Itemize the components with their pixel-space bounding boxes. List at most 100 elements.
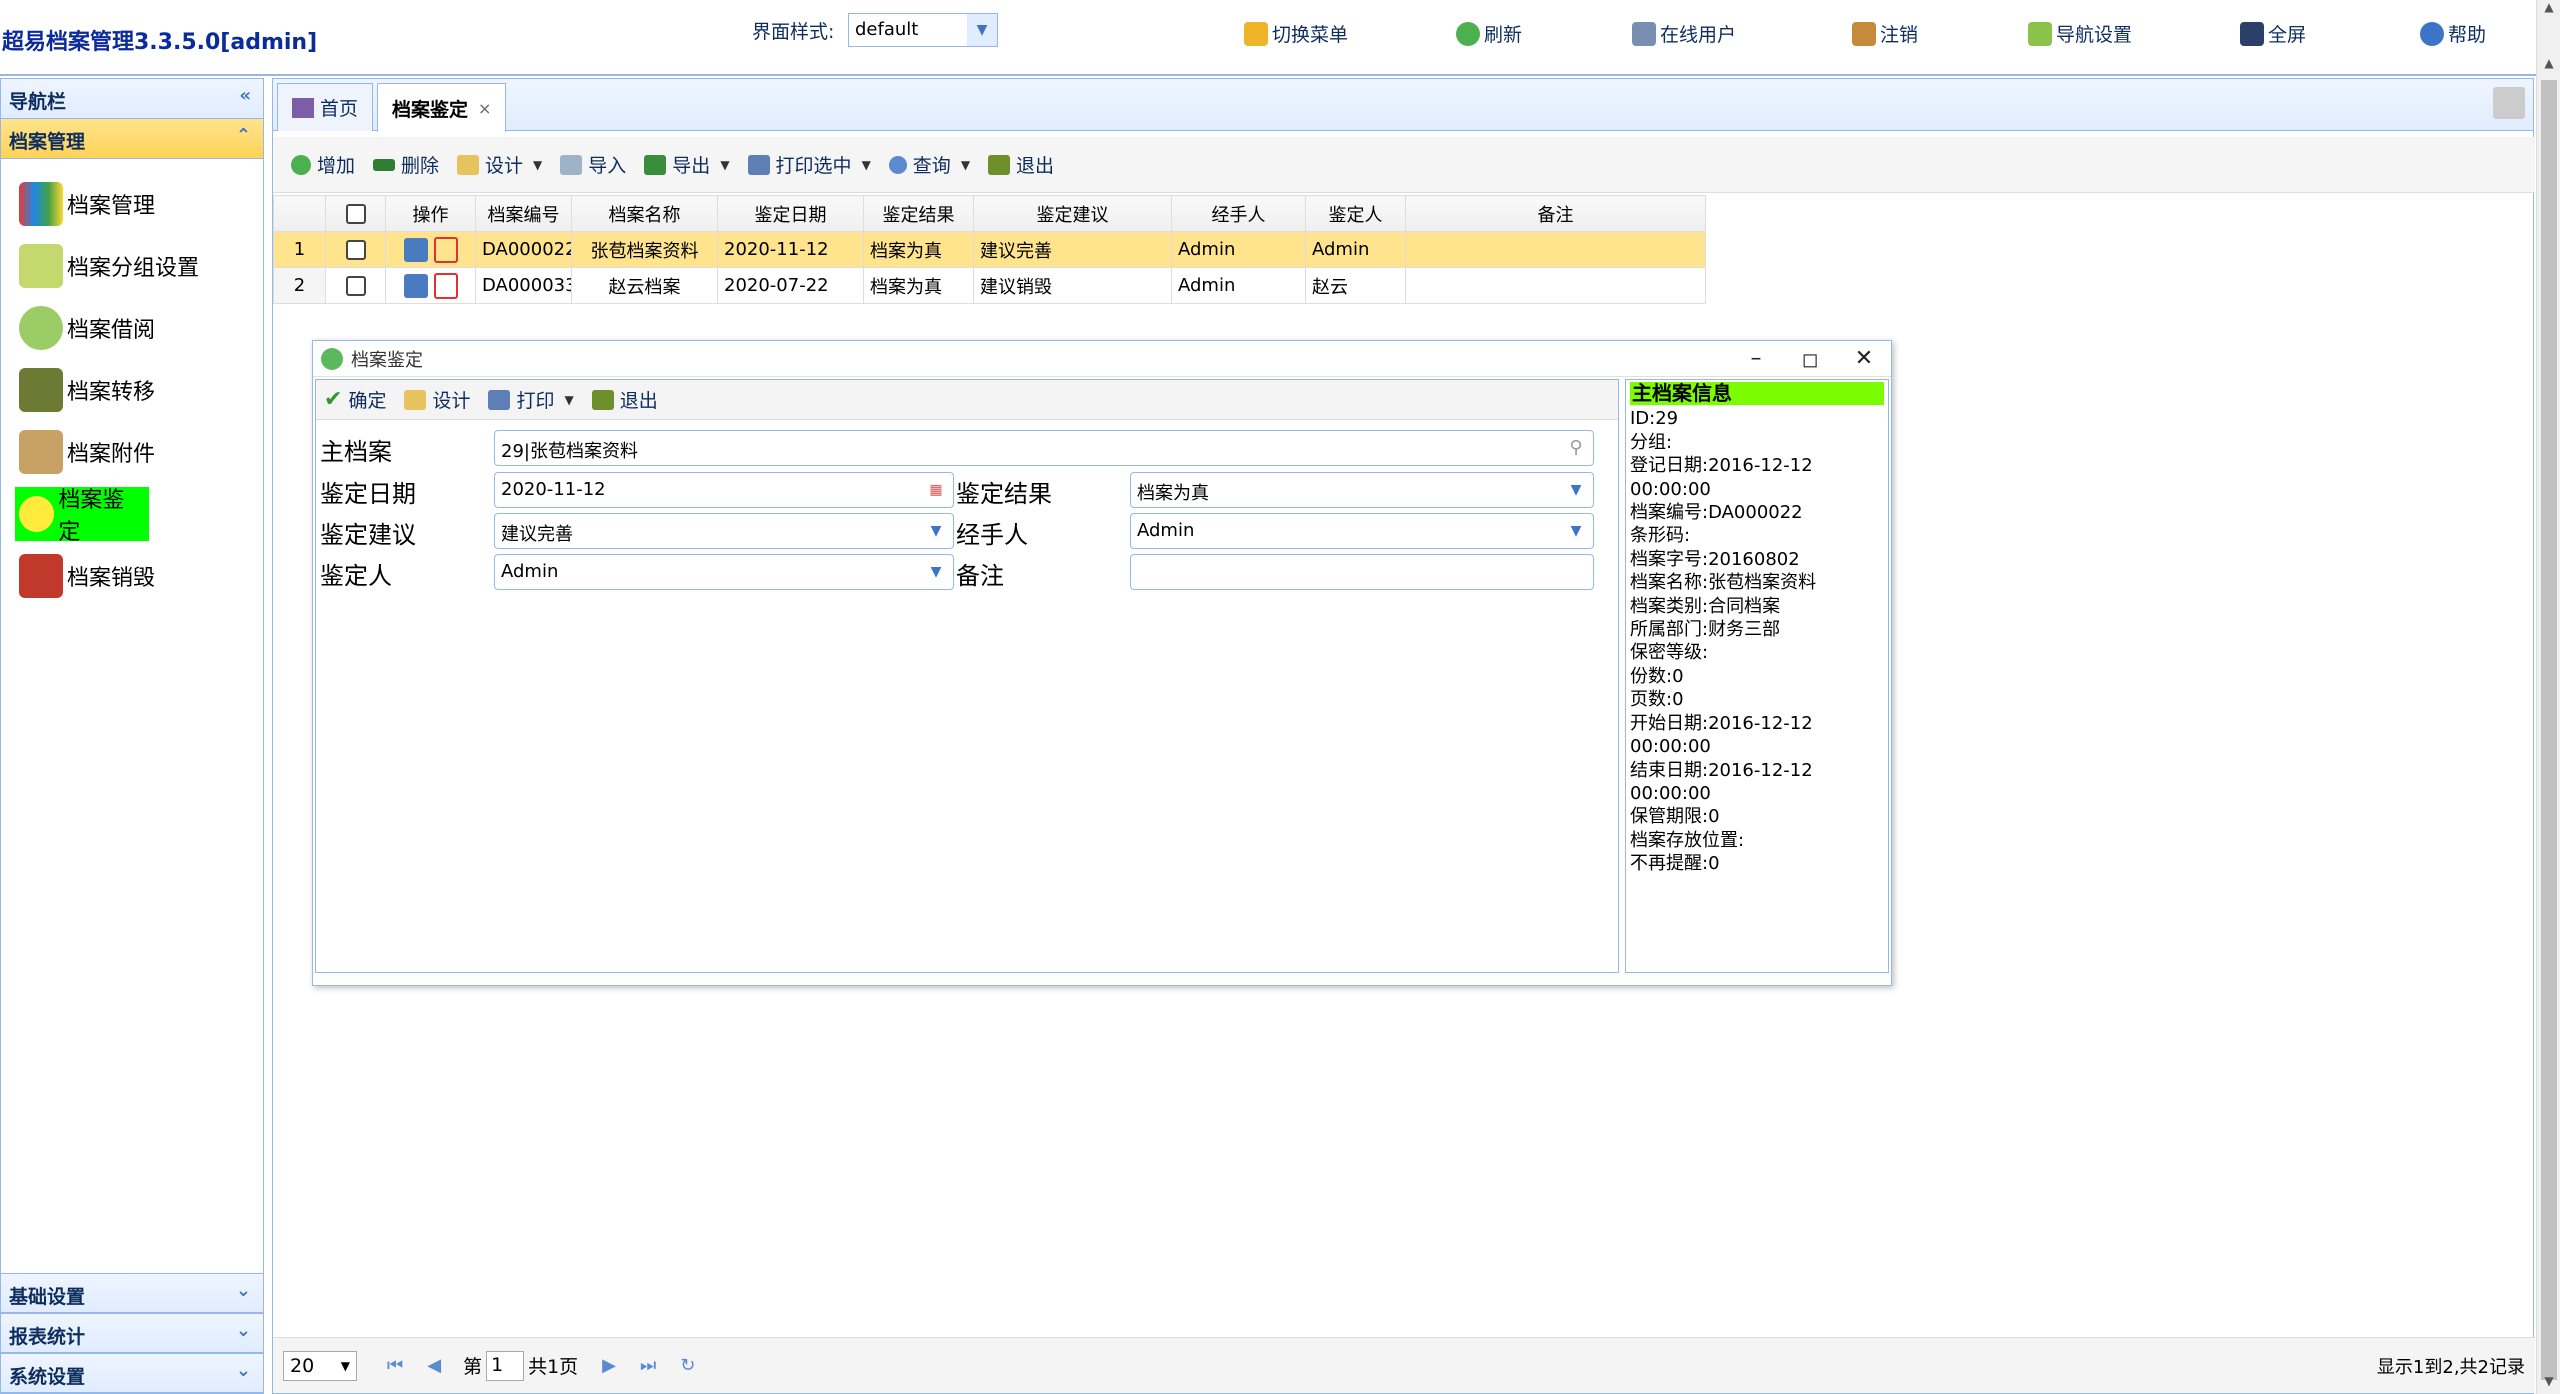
- page-number-input[interactable]: 1: [486, 1350, 525, 1381]
- sidebar-item-appraisal[interactable]: 档案鉴定: [15, 487, 149, 545]
- col-advice[interactable]: 鉴定建议: [973, 195, 1172, 232]
- col-date[interactable]: 鉴定日期: [717, 195, 864, 232]
- row-checkbox-cell[interactable]: [325, 231, 386, 268]
- chevron-down-icon: ▼: [340, 1358, 350, 1373]
- add-button[interactable]: 增加: [291, 151, 355, 178]
- sidebar-item-borrow[interactable]: 档案借阅: [15, 301, 249, 355]
- design-button[interactable]: 设计 ▼: [457, 151, 542, 178]
- confirm-label: 确定: [348, 390, 387, 412]
- export-button[interactable]: 导出 ▼: [644, 151, 730, 178]
- expand-down-icon[interactable]: ⌄: [236, 1280, 251, 1301]
- row-checkbox-cell[interactable]: [325, 267, 386, 304]
- print-selected-button[interactable]: 打印选中 ▼: [747, 151, 871, 178]
- dropdown-arrow-icon[interactable]: ▼: [862, 158, 871, 172]
- sidebar-item-transfer[interactable]: 档案转移: [15, 363, 249, 417]
- edit-icon[interactable]: [403, 237, 428, 262]
- next-page-icon[interactable]: ▶: [602, 1355, 616, 1376]
- table-row[interactable]: 2 DA000033 赵云档案 2020-07-22 档案为真 建议销毁 Adm…: [273, 267, 1706, 304]
- accordion-basic-settings[interactable]: 基础设置 ⌄: [1, 1273, 263, 1313]
- reload-icon[interactable]: ↻: [680, 1355, 695, 1376]
- expand-down-icon[interactable]: ⌄: [236, 1320, 251, 1341]
- page-scrollbar[interactable]: ▲ ▲ ▼: [2536, 0, 2560, 1394]
- help-button[interactable]: 帮助: [2420, 20, 2486, 47]
- confirm-button[interactable]: ✔ 确定: [324, 386, 386, 413]
- info-line: 份数:0: [1630, 665, 1684, 687]
- delete-icon[interactable]: [433, 272, 458, 299]
- query-button[interactable]: 查询 ▼: [888, 151, 970, 178]
- dropdown-arrow-icon[interactable]: ▼: [564, 393, 573, 407]
- appraisal-result-label: 鉴定结果: [956, 480, 1052, 508]
- dialog-body: ✔ 确定 设计 打印 ▼ 退出 主档案 29|张苞档案资料 ⚲ 鉴定日期 202…: [315, 379, 1889, 973]
- col-handler[interactable]: 经手人: [1171, 195, 1306, 232]
- toggle-menu-label: 切换菜单: [1272, 24, 1349, 46]
- tab-home[interactable]: 首页: [277, 83, 374, 131]
- scroll-up-icon[interactable]: ▲: [2537, 0, 2560, 20]
- dialog-title: 档案鉴定: [351, 349, 423, 371]
- tab-tools-icon[interactable]: [2493, 87, 2525, 119]
- table-row[interactable]: 1 DA000022 张苞档案资料 2020-11-12 档案为真 建议完善 A…: [273, 231, 1706, 268]
- dropdown-arrow-icon[interactable]: ▼: [720, 158, 729, 172]
- fullscreen-button[interactable]: 全屏: [2240, 20, 2306, 47]
- borrow-icon: [19, 306, 63, 350]
- note-input[interactable]: [1130, 554, 1594, 590]
- accordion-system-settings[interactable]: 系统设置 ⌄: [1, 1353, 263, 1393]
- accordion-archive-management[interactable]: 档案管理 ⌃: [1, 119, 263, 159]
- dialog-print-button[interactable]: 打印 ▼: [488, 386, 574, 413]
- dialog-design-button[interactable]: 设计: [404, 386, 470, 413]
- logout-button[interactable]: 注销: [1852, 20, 1918, 47]
- page-size-select[interactable]: 20 ▼: [283, 1350, 357, 1381]
- handler-select[interactable]: Admin ▼: [1130, 513, 1594, 549]
- nav-settings-button[interactable]: 导航设置: [2028, 20, 2132, 47]
- col-appraiser[interactable]: 鉴定人: [1305, 195, 1406, 232]
- col-result[interactable]: 鉴定结果: [863, 195, 974, 232]
- accordion-title: 基础设置: [9, 1286, 86, 1308]
- row-checkbox[interactable]: [345, 276, 366, 296]
- sidebar-item-archive-management[interactable]: 档案管理: [15, 177, 249, 231]
- tab-appraisal[interactable]: 档案鉴定 ×: [377, 83, 507, 132]
- dialog-exit-button[interactable]: 退出: [591, 386, 658, 413]
- import-button[interactable]: 导入: [560, 151, 626, 178]
- collapse-up-icon[interactable]: ⌃: [236, 125, 251, 146]
- last-page-icon[interactable]: ⏭: [640, 1355, 656, 1376]
- appraisal-advice-select[interactable]: 建议完善 ▼: [494, 513, 954, 549]
- maximize-icon[interactable]: ◻: [1783, 343, 1837, 375]
- appraisal-date-input[interactable]: 2020-11-12 ▦: [494, 472, 954, 508]
- edit-icon[interactable]: [403, 273, 428, 298]
- first-page-icon[interactable]: ⏮: [387, 1355, 403, 1376]
- toggle-menu-button[interactable]: 切换菜单: [1244, 20, 1348, 47]
- col-note[interactable]: 备注: [1405, 195, 1706, 232]
- select-all-checkbox[interactable]: [345, 204, 366, 224]
- sidebar-item-attachments[interactable]: 档案附件: [15, 425, 249, 479]
- online-users-button[interactable]: 在线用户: [1632, 20, 1736, 47]
- accordion-reports[interactable]: 报表统计 ⌄: [1, 1313, 263, 1353]
- delete-button[interactable]: 删除: [373, 151, 439, 178]
- sidebar-item-group-settings[interactable]: 档案分组设置: [15, 239, 249, 293]
- scroll-up-icon[interactable]: ▲: [2537, 56, 2560, 76]
- col-code[interactable]: 档案编号: [475, 195, 572, 232]
- dropdown-arrow-icon[interactable]: ▼: [961, 158, 970, 172]
- col-name[interactable]: 档案名称: [571, 195, 718, 232]
- calendar-icon[interactable]: ▦: [919, 473, 953, 507]
- collapse-left-icon[interactable]: «: [239, 85, 251, 106]
- minimize-icon[interactable]: –: [1729, 343, 1783, 375]
- search-icon[interactable]: ⚲: [1559, 431, 1593, 465]
- cell-advice: 建议完善: [973, 231, 1172, 268]
- scroll-down-icon[interactable]: ▼: [2537, 1374, 2560, 1394]
- close-icon[interactable]: ×: [478, 99, 491, 118]
- exit-button[interactable]: 退出: [988, 151, 1054, 178]
- col-checkbox[interactable]: [325, 195, 386, 232]
- row-checkbox[interactable]: [345, 240, 366, 260]
- dialog-titlebar[interactable]: 档案鉴定 – ◻ ✕: [313, 341, 1891, 377]
- prev-page-icon[interactable]: ◀: [427, 1355, 441, 1376]
- expand-down-icon[interactable]: ⌄: [236, 1360, 251, 1381]
- appraiser-select[interactable]: Admin ▼: [494, 554, 954, 590]
- appraisal-result-select[interactable]: 档案为真 ▼: [1130, 472, 1594, 508]
- close-icon[interactable]: ✕: [1837, 343, 1891, 375]
- style-select[interactable]: default ▼: [848, 13, 998, 47]
- dropdown-arrow-icon[interactable]: ▼: [533, 158, 542, 172]
- main-archive-input[interactable]: 29|张苞档案资料 ⚲: [494, 430, 1594, 466]
- delete-icon[interactable]: [433, 236, 458, 263]
- refresh-button[interactable]: 刷新: [1456, 20, 1522, 47]
- scrollbar-thumb[interactable]: [2541, 80, 2557, 1380]
- sidebar-item-destroy[interactable]: 档案销毁: [15, 549, 249, 603]
